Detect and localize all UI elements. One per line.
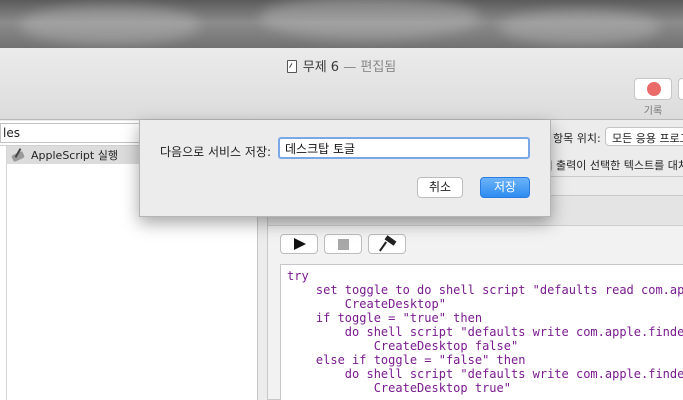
item-position-label: 항목 위치: — [553, 132, 601, 145]
script-line: CreateDesktop" — [287, 297, 446, 311]
script-line: if toggle = "true" then — [287, 311, 483, 325]
edited-state: 편집됨 — [360, 60, 397, 75]
record-icon — [647, 82, 661, 96]
desktop-background — [0, 0, 683, 50]
applescript-icon — [11, 148, 25, 162]
library-search-input[interactable]: les — [0, 123, 140, 143]
cloud-shape — [500, 10, 660, 45]
service-name-input[interactable] — [278, 137, 530, 159]
toolbar-button-partial[interactable] — [678, 78, 683, 100]
script-line: else if toggle = "false" then — [287, 353, 526, 367]
title-bar: 무제 6 — 편집됨 기록 — [0, 48, 683, 120]
item-position-select[interactable]: 모든 응용 프로그램 — [605, 127, 683, 146]
save-as-label: 다음으로 서비스 저장: — [160, 145, 272, 159]
document-name: 무제 6 — [302, 60, 340, 75]
save-button[interactable]: 저장 — [480, 177, 530, 198]
replace-selection-label: 출력이 선택한 텍스트를 대치함 — [556, 159, 683, 172]
record-button[interactable] — [634, 78, 672, 100]
record-label: 기록 — [643, 106, 663, 117]
play-icon — [294, 238, 306, 250]
replace-selection-row: 출력이 선택한 텍스트를 대치함 — [539, 157, 683, 173]
run-button[interactable] — [280, 234, 318, 254]
script-line: set toggle to do shell script "defaults … — [315, 283, 683, 297]
script-line: do shell script "defaults write com.appl… — [287, 325, 683, 339]
compile-button[interactable] — [368, 234, 406, 254]
cloud-shape — [260, 0, 480, 40]
script-editor[interactable]: try set toggle to do shell script "defau… — [280, 264, 683, 400]
run-applescript-action: try set toggle to do shell script "defau… — [267, 195, 683, 400]
document-icon — [286, 60, 297, 73]
cloud-shape — [20, 5, 200, 45]
script-line: CreateDesktop true" — [287, 381, 511, 395]
action-label: AppleScript 실행 — [31, 149, 118, 162]
cancel-button[interactable]: 취소 — [417, 177, 463, 198]
hammer-icon — [379, 241, 387, 252]
script-line: do shell script "defaults write com.appl… — [287, 367, 683, 381]
window-title: 무제 6 — 편집됨 — [0, 56, 683, 75]
stop-button[interactable] — [324, 234, 362, 254]
script-line: try — [287, 269, 309, 283]
title-separator: — — [343, 60, 357, 75]
hammer-icon-head — [384, 235, 397, 246]
script-line: CreateDesktop false" — [287, 339, 519, 353]
stop-icon — [338, 239, 349, 250]
save-service-dialog: 다음으로 서비스 저장: 취소 저장 — [139, 120, 551, 217]
automator-window: 무제 6 — 편집됨 기록 les AppleScript 실행 항목 위치: … — [0, 48, 683, 400]
divider — [6, 146, 7, 400]
